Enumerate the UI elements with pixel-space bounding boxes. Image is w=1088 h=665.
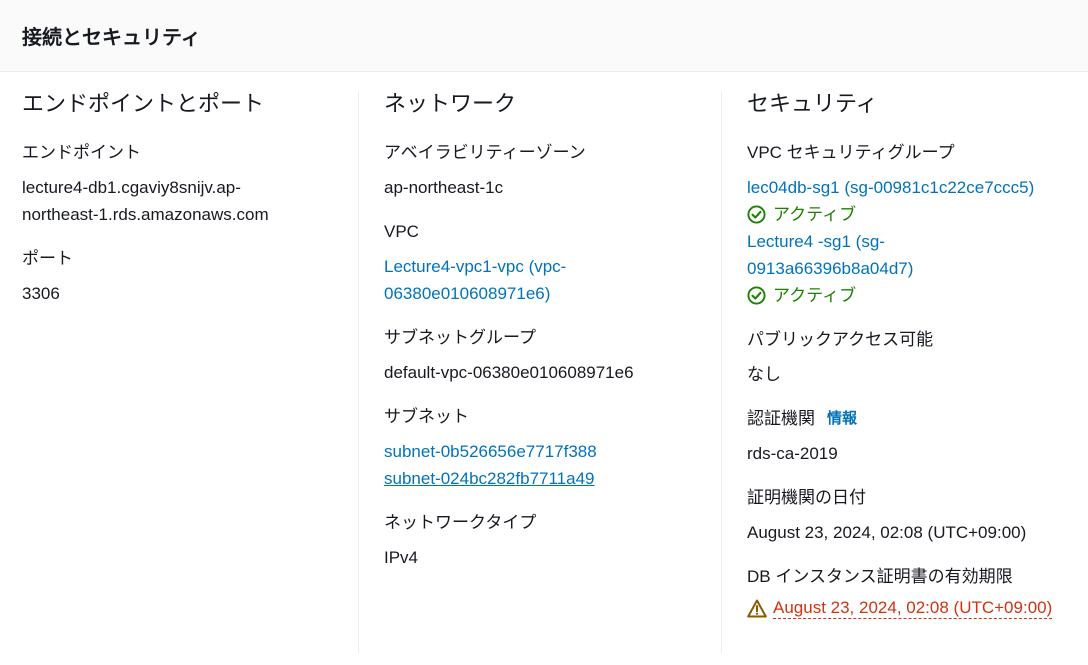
cert-expiry-warning[interactable]: August 23, 2024, 02:08 (UTC+09:00) — [747, 598, 1077, 619]
subnet-link[interactable]: subnet-024bc282fb7711a49 — [384, 469, 594, 488]
ca-field: 認証機関 情報 rds-ca-2019 — [747, 408, 1077, 467]
cert-expiry-field: DB インスタンス証明書の有効期限 August 23, 2024, 02:08… — [747, 566, 1077, 619]
public-access-field: パブリックアクセス可能 なし — [747, 329, 1077, 388]
column-divider — [358, 92, 359, 653]
endpoint-column-title: エンドポイントとポート — [22, 91, 265, 116]
az-value: ap-northeast-1c — [384, 178, 504, 197]
ca-info-link[interactable]: 情報 — [827, 408, 857, 430]
port-label: ポート — [22, 249, 73, 268]
section-title: 接続とセキュリティ — [22, 27, 201, 49]
endpoint-label: エンドポイント — [22, 143, 141, 162]
endpoint-value: lecture4-db1.cgaviy8snijv.ap-northeast-1… — [22, 178, 269, 224]
status-check-icon — [747, 205, 766, 224]
public-access-value: なし — [747, 365, 781, 384]
status-check-icon — [747, 286, 766, 305]
network-column: ネットワーク アベイラビリティーゾーン ap-northeast-1c VPC … — [384, 72, 704, 665]
subnet-link[interactable]: subnet-0b526656e7717f388 — [384, 442, 597, 461]
subnet-group-value: default-vpc-06380e010608971e6 — [384, 363, 634, 382]
security-group-link[interactable]: lec04db-sg1 (sg-00981c1c22ce7ccc5) — [747, 178, 1034, 197]
ca-date-field: 証明機関の日付 August 23, 2024, 02:08 (UTC+09:0… — [747, 487, 1077, 546]
endpoint-column: エンドポイントとポート エンドポイント lecture4-db1.cgaviy8… — [22, 72, 342, 665]
ca-label: 認証機関 情報 — [747, 408, 1077, 430]
security-group-status-text: アクティブ — [773, 205, 857, 224]
ca-value: rds-ca-2019 — [747, 444, 838, 463]
section-header: 接続とセキュリティ — [0, 0, 1088, 72]
port-field: ポート 3306 — [22, 248, 342, 307]
security-column-title: セキュリティ — [747, 91, 878, 116]
security-group-status: アクティブ — [747, 201, 1077, 228]
security-group-status-text: アクティブ — [773, 286, 857, 305]
network-column-title: ネットワーク — [384, 91, 517, 116]
details-columns: エンドポイントとポート エンドポイント lecture4-db1.cgaviy8… — [0, 72, 1088, 665]
port-value: 3306 — [22, 284, 60, 303]
security-group-field: VPC セキュリティグループ lec04db-sg1 (sg-00981c1c2… — [747, 142, 1077, 309]
az-label: アベイラビリティーゾーン — [384, 143, 586, 162]
cert-expiry-value: August 23, 2024, 02:08 (UTC+09:00) — [773, 598, 1053, 619]
az-field: アベイラビリティーゾーン ap-northeast-1c — [384, 142, 704, 201]
network-type-field: ネットワークタイプ IPv4 — [384, 512, 704, 571]
subnet-field: サブネット subnet-0b526656e7717f388 subnet-02… — [384, 406, 704, 492]
network-type-value: IPv4 — [384, 548, 419, 567]
network-type-label: ネットワークタイプ — [384, 513, 537, 532]
security-column: セキュリティ VPC セキュリティグループ lec04db-sg1 (sg-00… — [747, 72, 1077, 665]
vpc-field: VPC Lecture4-vpc1-vpc (vpc-06380e0106089… — [384, 221, 704, 307]
subnet-group-label: サブネットグループ — [384, 328, 536, 347]
subnet-group-field: サブネットグループ default-vpc-06380e010608971e6 — [384, 327, 704, 386]
ca-label-text: 認証機関 — [747, 409, 815, 428]
column-divider — [721, 92, 722, 653]
subnet-label: サブネット — [384, 407, 469, 426]
vpc-label: VPC — [384, 222, 419, 241]
ca-date-value: August 23, 2024, 02:08 (UTC+09:00) — [747, 523, 1027, 542]
security-group-link[interactable]: Lecture4 -sg1 (sg-0913a66396b8a04d7) — [747, 232, 913, 278]
security-group-status: アクティブ — [747, 282, 1077, 309]
endpoint-field: エンドポイント lecture4-db1.cgaviy8snijv.ap-nor… — [22, 142, 342, 228]
security-group-label: VPC セキュリティグループ — [747, 143, 955, 162]
warning-triangle-icon — [747, 599, 767, 618]
ca-date-label: 証明機関の日付 — [747, 488, 866, 507]
cert-expiry-label: DB インスタンス証明書の有効期限 — [747, 567, 1013, 586]
public-access-label: パブリックアクセス可能 — [747, 330, 934, 349]
vpc-link[interactable]: Lecture4-vpc1-vpc (vpc-06380e010608971e6… — [384, 257, 566, 303]
